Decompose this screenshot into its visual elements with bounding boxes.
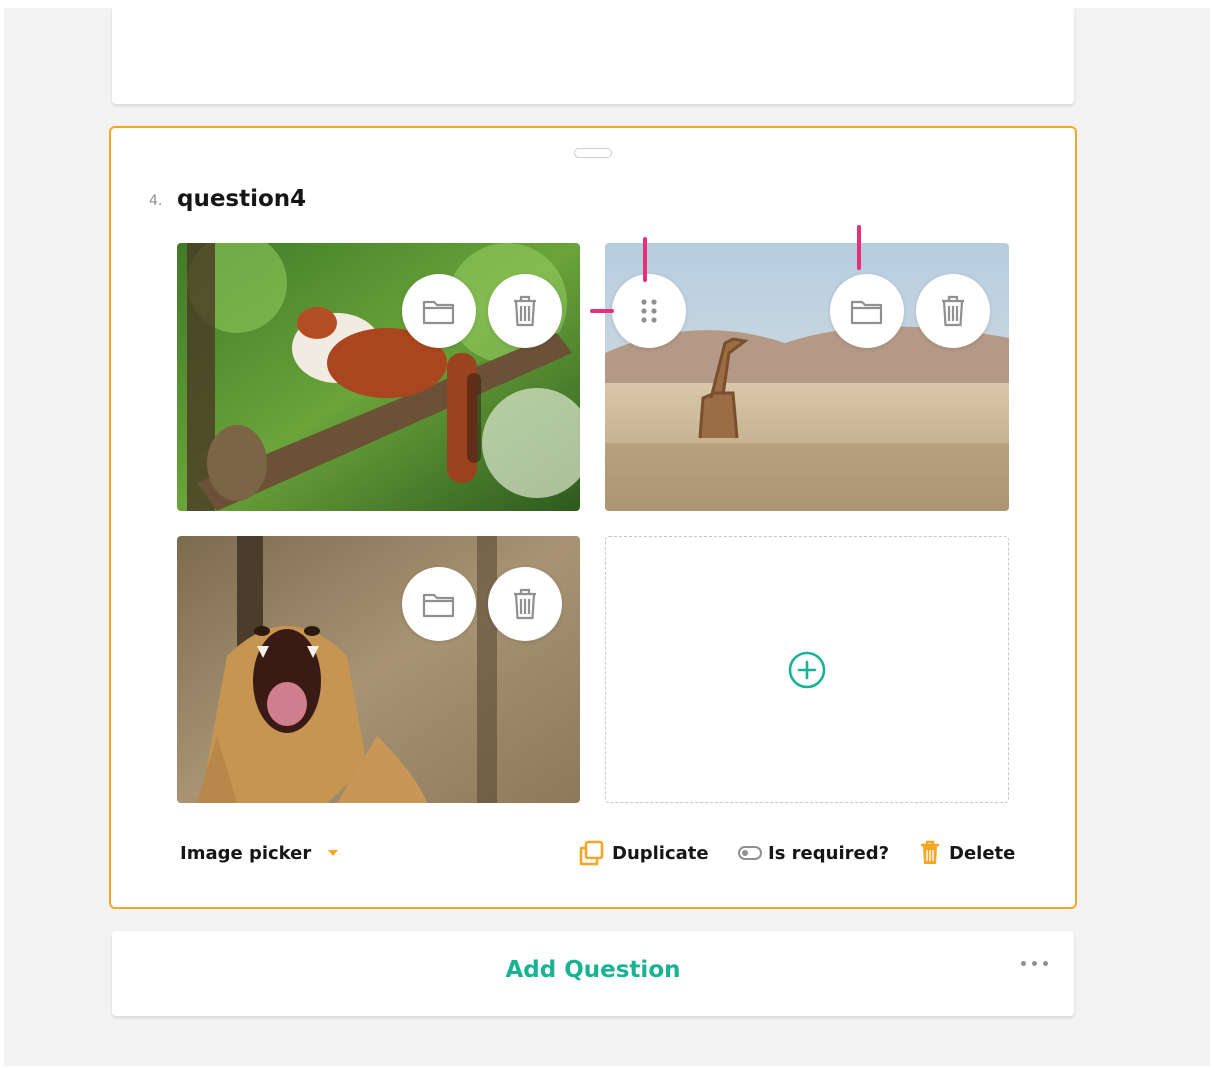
delete-question-button[interactable]: Delete: [919, 840, 1015, 866]
highlight-marker: [643, 237, 647, 282]
trash-icon: [921, 840, 939, 864]
question-title[interactable]: question4: [177, 186, 306, 212]
add-circle-icon[interactable]: [787, 650, 827, 690]
choice-3-file-button[interactable]: [402, 567, 476, 641]
question-type-label: Image picker: [180, 842, 312, 864]
choice-2-file-button[interactable]: [830, 274, 904, 348]
add-question-bar: Add Question: [112, 931, 1074, 1016]
more-icon[interactable]: [1021, 961, 1048, 966]
highlight-marker: [857, 225, 861, 270]
choice-1-file-button[interactable]: [402, 274, 476, 348]
add-image-choice[interactable]: [605, 536, 1009, 803]
trash-icon: [514, 588, 536, 620]
previous-question-card[interactable]: [112, 8, 1074, 104]
choice-2-drag-handle[interactable]: [612, 274, 686, 348]
add-question-button[interactable]: Add Question: [112, 957, 1074, 983]
toggle-icon: [738, 846, 762, 860]
trash-icon: [942, 295, 964, 327]
folder-icon: [850, 300, 883, 325]
choice-1-delete-button[interactable]: [488, 274, 562, 348]
drag-handle-icon: [641, 299, 657, 323]
folder-icon: [422, 300, 455, 325]
choice-2-delete-button[interactable]: [916, 274, 990, 348]
chevron-down-icon: [328, 850, 339, 856]
duplicate-button[interactable]: Duplicate: [578, 840, 709, 866]
choice-3-delete-button[interactable]: [488, 567, 562, 641]
question-number: 4.: [149, 193, 163, 209]
duplicate-label: Duplicate: [612, 842, 709, 864]
required-label: Is required?: [768, 842, 890, 864]
question-drag-handle[interactable]: [574, 148, 612, 158]
folder-icon: [422, 593, 455, 618]
highlight-marker: [590, 309, 614, 313]
duplicate-icon: [579, 840, 604, 866]
delete-label: Delete: [949, 842, 1016, 864]
required-toggle[interactable]: Is required?: [738, 840, 889, 866]
trash-icon: [514, 295, 536, 327]
question-type-selector[interactable]: Image picker: [180, 840, 339, 866]
